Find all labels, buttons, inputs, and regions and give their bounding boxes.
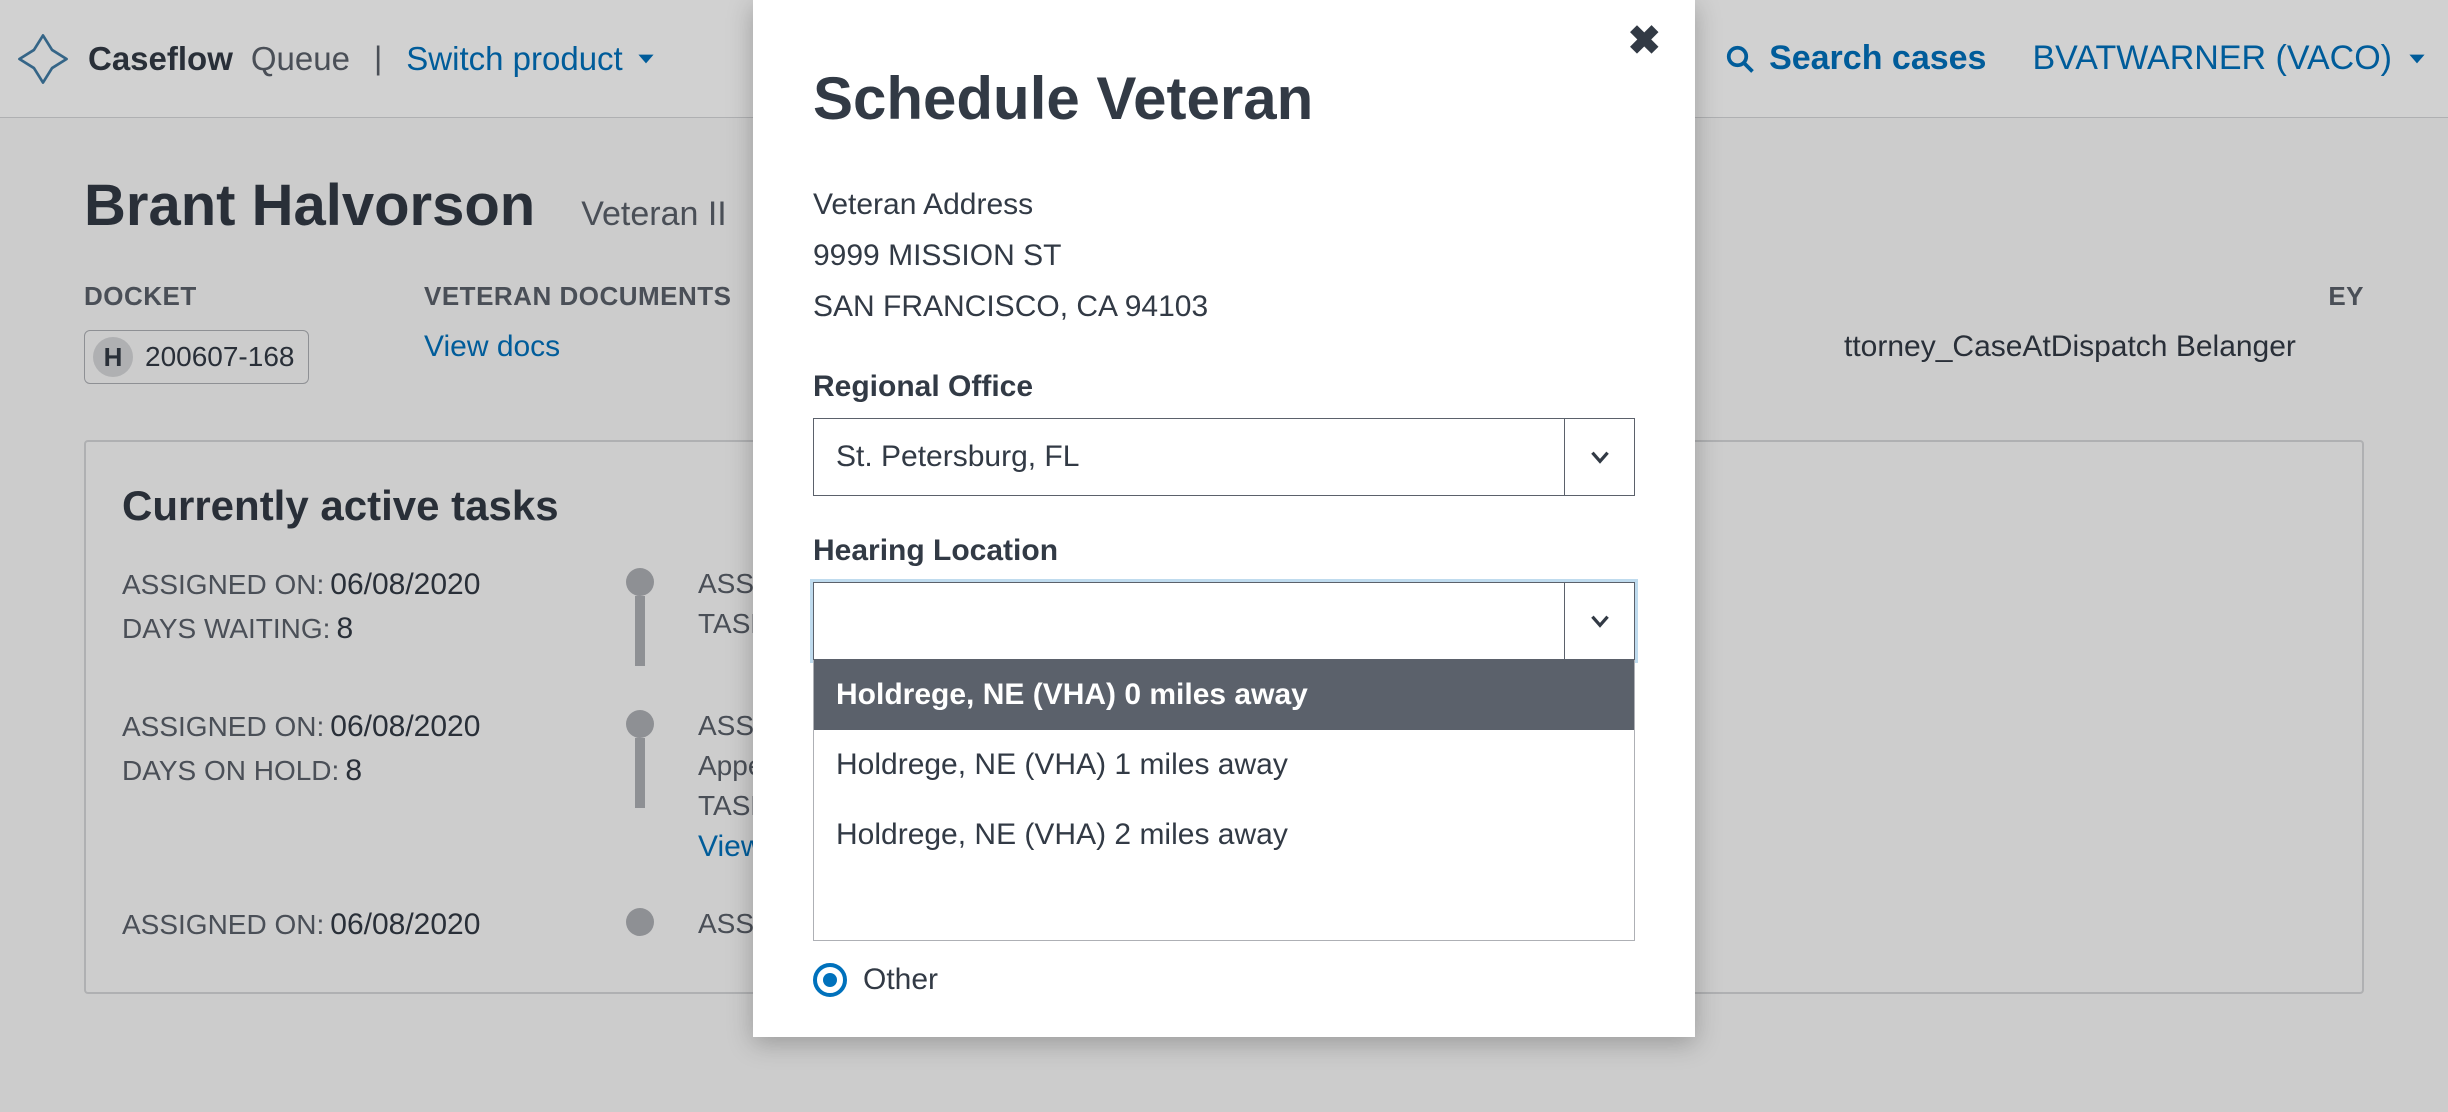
schedule-veteran-modal: ✖ Schedule Veteran Veteran Address 9999 … bbox=[753, 0, 1695, 1037]
address-label: Veteran Address bbox=[813, 179, 1635, 230]
switch-product-label: Switch product bbox=[406, 40, 622, 78]
modal-title: Schedule Veteran bbox=[813, 64, 1635, 133]
days-waiting-value: 8 bbox=[330, 612, 353, 645]
timeline-bar bbox=[635, 596, 645, 666]
assigned-on-value: 06/08/2020 bbox=[324, 568, 480, 601]
documents-label: VETERAN DOCUMENTS bbox=[424, 281, 732, 312]
brand-block: Caseflow Queue | Switch product bbox=[14, 30, 659, 88]
assigned-on-value: 06/08/2020 bbox=[324, 908, 480, 941]
search-cases-label: Search cases bbox=[1769, 39, 1986, 78]
assigned-on-label: ASSIGNED ON: bbox=[122, 569, 324, 600]
days-on-hold-label: DAYS ON HOLD: bbox=[122, 755, 339, 786]
radio-icon bbox=[813, 963, 847, 997]
regional-office-label: Regional Office bbox=[813, 370, 1635, 404]
docket-label: DOCKET bbox=[84, 281, 364, 312]
hearing-option[interactable]: Holdrege, NE (VHA) 2 miles away bbox=[814, 800, 1634, 870]
hearing-location-dropdown: Holdrege, NE (VHA) 0 miles away Holdrege… bbox=[813, 660, 1635, 941]
search-cases-link[interactable]: Search cases bbox=[1725, 39, 1986, 78]
hearing-option[interactable]: Holdrege, NE (VHA) 0 miles away bbox=[814, 660, 1634, 730]
view-docs-link[interactable]: View docs bbox=[424, 330, 732, 364]
chevron-down-icon bbox=[633, 46, 659, 72]
brand-sub: Queue bbox=[245, 40, 350, 78]
attorney-value: ttorney_CaseAtDispatch Belanger bbox=[1844, 330, 2364, 364]
address-line-1: 9999 MISSION ST bbox=[813, 230, 1635, 281]
search-icon bbox=[1725, 44, 1755, 74]
timeline-dot-icon bbox=[626, 710, 654, 738]
timeline-bar bbox=[635, 738, 645, 808]
assigned-on-label: ASSIGNED ON: bbox=[122, 909, 324, 940]
regional-office-select[interactable]: St. Petersburg, FL bbox=[813, 418, 1635, 496]
docket-badge: H 200607-168 bbox=[84, 330, 309, 384]
timeline-dot-icon bbox=[626, 908, 654, 936]
veteran-id-label: Veteran II bbox=[581, 195, 727, 234]
chevron-down-icon bbox=[1564, 583, 1634, 659]
other-radio[interactable]: Other bbox=[813, 963, 1635, 997]
attorney-label-suffix: EY bbox=[1844, 281, 2364, 312]
address-line-2: SAN FRANCISCO, CA 94103 bbox=[813, 281, 1635, 332]
assigned-on-value: 06/08/2020 bbox=[324, 710, 480, 743]
brand-name: Caseflow bbox=[88, 40, 233, 78]
docket-block: DOCKET H 200607-168 bbox=[84, 281, 364, 384]
days-on-hold-value: 8 bbox=[339, 754, 362, 787]
documents-block: VETERAN DOCUMENTS View docs bbox=[424, 281, 732, 364]
regional-office-value: St. Petersburg, FL bbox=[814, 419, 1564, 495]
attorney-block: EY ttorney_CaseAtDispatch Belanger bbox=[1844, 281, 2364, 364]
hearing-location-label: Hearing Location bbox=[813, 534, 1635, 568]
chevron-down-icon bbox=[2404, 46, 2430, 72]
docket-number: 200607-168 bbox=[145, 341, 294, 373]
hearing-location-value bbox=[814, 583, 1564, 659]
assigned-on-label: ASSIGNED ON: bbox=[122, 711, 324, 742]
close-icon[interactable]: ✖ bbox=[1627, 18, 1661, 64]
caseflow-logo-icon bbox=[14, 30, 72, 88]
hearing-option[interactable]: Holdrege, NE (VHA) 1 miles away bbox=[814, 730, 1634, 800]
user-label: BVATWARNER (VACO) bbox=[2032, 39, 2392, 78]
timeline-dot-icon bbox=[626, 568, 654, 596]
other-radio-label: Other bbox=[863, 963, 938, 997]
veteran-address-block: Veteran Address 9999 MISSION ST SAN FRAN… bbox=[813, 179, 1635, 332]
user-menu[interactable]: BVATWARNER (VACO) bbox=[2032, 39, 2430, 78]
docket-letter: H bbox=[93, 337, 133, 377]
days-waiting-label: DAYS WAITING: bbox=[122, 613, 330, 644]
hearing-location-select[interactable] bbox=[813, 582, 1635, 660]
chevron-down-icon bbox=[1564, 419, 1634, 495]
veteran-name: Brant Halvorson bbox=[84, 172, 535, 239]
switch-product-link[interactable]: Switch product bbox=[406, 40, 658, 78]
header-divider: | bbox=[362, 40, 394, 77]
